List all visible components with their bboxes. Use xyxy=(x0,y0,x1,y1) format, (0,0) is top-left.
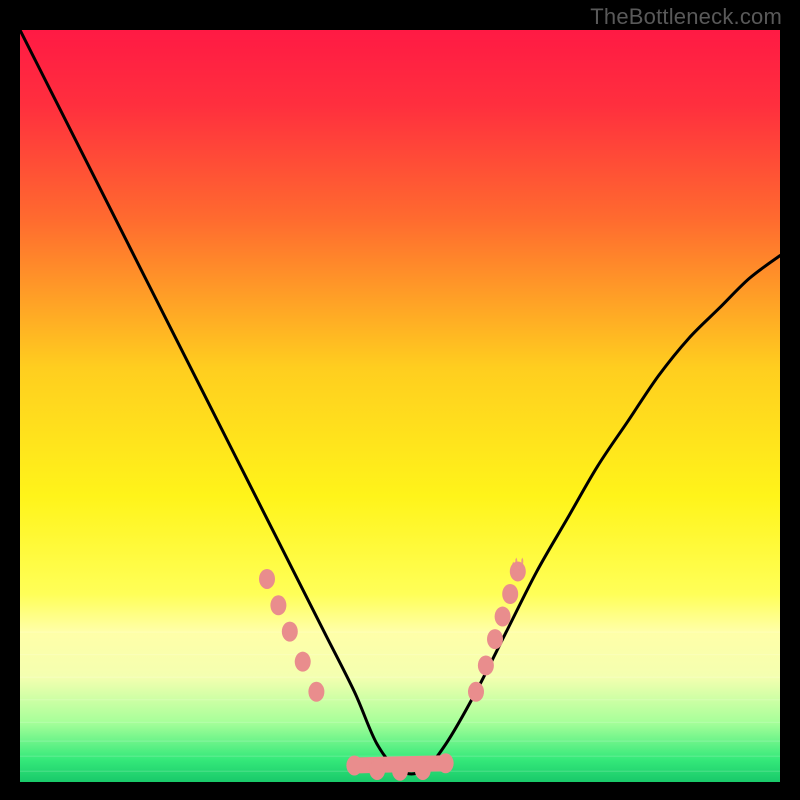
marker-bottom xyxy=(369,760,385,780)
plot-area xyxy=(20,30,780,782)
marker-bottom xyxy=(438,753,454,773)
gradient-background xyxy=(20,30,780,782)
marker-right xyxy=(502,584,518,604)
marker-left xyxy=(308,682,324,702)
band-line xyxy=(20,677,780,678)
marker-left xyxy=(282,622,298,642)
marker-left xyxy=(295,652,311,672)
chart-frame: TheBottleneck.com xyxy=(0,0,800,800)
marker-bottom xyxy=(415,760,431,780)
marker-right xyxy=(478,655,494,675)
band-line xyxy=(20,654,780,655)
marker-right xyxy=(468,682,484,702)
band-line xyxy=(20,722,780,723)
band-line xyxy=(20,632,780,633)
marker-bottom xyxy=(346,755,362,775)
bottleneck-chart xyxy=(20,30,780,782)
marker-right xyxy=(495,607,511,627)
marker-left xyxy=(259,569,275,589)
band-line xyxy=(20,741,780,742)
marker-right xyxy=(487,629,503,649)
marker-right xyxy=(510,561,526,581)
watermark-text: TheBottleneck.com xyxy=(590,4,782,30)
band-line xyxy=(20,699,780,700)
marker-left xyxy=(270,595,286,615)
marker-bottom xyxy=(392,761,408,781)
